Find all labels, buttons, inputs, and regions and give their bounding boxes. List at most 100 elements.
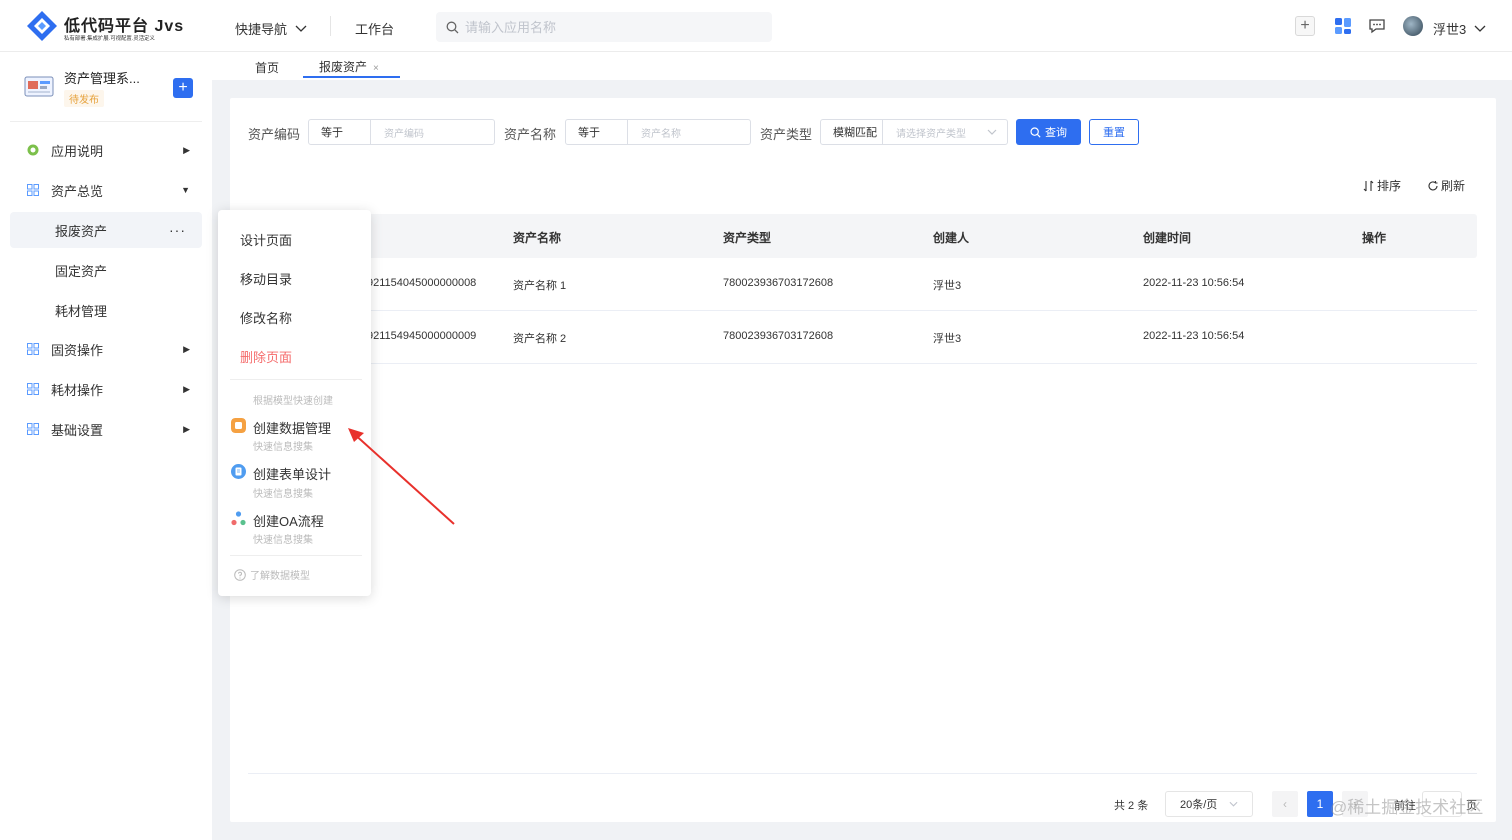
- cell-creator: 浮世3: [933, 333, 962, 345]
- asset-type-placeholder: 请选择资产类型: [896, 128, 966, 140]
- sidebar-item-scrapped-assets[interactable]: 报废资产 ···: [10, 212, 202, 248]
- quick-nav-menu[interactable]: 快捷导航: [235, 19, 307, 38]
- sidebar-item-label: 基础设置: [51, 422, 104, 438]
- workbench-link[interactable]: 工作台: [355, 19, 394, 38]
- add-icon[interactable]: +: [1295, 16, 1315, 36]
- pagination-total: 共 2 条: [1114, 800, 1149, 812]
- sidebar-item-consumables[interactable]: 耗材管理: [10, 292, 202, 328]
- close-icon[interactable]: ×: [373, 63, 379, 74]
- active-tab-indicator: [303, 76, 400, 78]
- learn-data-model-label: 了解数据模型: [250, 571, 310, 582]
- menu-item-subtitle: 快速信息搜集: [253, 535, 313, 546]
- row-divider: [248, 310, 1477, 311]
- filter-label-asset-type: 资产类型: [760, 127, 813, 142]
- app-status-badge: 待发布: [64, 90, 104, 107]
- cell-created-time: 2022-11-23 10:56:54: [1143, 330, 1245, 342]
- column-header-created-time: 创建时间: [1143, 231, 1192, 245]
- menu-item-delete-page[interactable]: 删除页面: [240, 347, 292, 366]
- add-page-button[interactable]: +: [173, 78, 193, 98]
- watermark: @稀土掘金技术社区: [1330, 798, 1484, 817]
- asset-name-input[interactable]: 资产名称: [628, 120, 750, 144]
- sidebar-item-fixed-assets[interactable]: 固定资产: [10, 252, 202, 288]
- apps-grid-icon[interactable]: [1334, 17, 1352, 35]
- sidebar-item-label: 固资操作: [51, 342, 104, 358]
- more-icon[interactable]: ···: [169, 222, 186, 238]
- query-button[interactable]: 查询: [1016, 119, 1081, 145]
- menu-item-create-data-management[interactable]: 创建数据管理: [253, 418, 331, 437]
- column-header-actions: 操作: [1362, 231, 1387, 245]
- reset-button[interactable]: 重置: [1089, 119, 1139, 145]
- prev-page-button[interactable]: ‹: [1272, 791, 1298, 817]
- grid-icon: [27, 383, 39, 395]
- app-search-input[interactable]: [465, 19, 755, 35]
- chevron-down-icon: [987, 129, 997, 135]
- learn-data-model-link[interactable]: 了解数据模型: [234, 567, 310, 582]
- menu-item-create-form-design[interactable]: 创建表单设计: [253, 464, 331, 483]
- cell-asset-type: 780023936703172608: [723, 277, 834, 289]
- sidebar-item-basic-settings[interactable]: 基础设置 ▶: [10, 411, 202, 447]
- app-search-box[interactable]: [436, 12, 772, 42]
- filter-asset-type[interactable]: 模糊匹配 请选择资产类型: [820, 119, 1008, 145]
- column-header-asset-type: 资产类型: [723, 231, 772, 245]
- query-label: 查询: [1045, 127, 1067, 139]
- filter-asset-name[interactable]: 等于 资产名称: [565, 119, 751, 145]
- sort-label: 排序: [1377, 179, 1402, 193]
- sidebar-item-asset-overview[interactable]: 资产总览 ▼: [10, 172, 202, 208]
- menu-item-rename[interactable]: 修改名称: [240, 308, 292, 327]
- filter-asset-code[interactable]: 等于 资产编码: [308, 119, 495, 145]
- asset-type-select[interactable]: 请选择资产类型: [883, 120, 1007, 144]
- page-size-select[interactable]: 20条/页: [1165, 791, 1253, 817]
- menu-item-design-page[interactable]: 设计页面: [240, 230, 292, 249]
- workflow-icon: [231, 511, 246, 526]
- user-avatar[interactable]: [1403, 16, 1423, 36]
- menu-item-move-directory[interactable]: 移动目录: [240, 269, 292, 288]
- message-icon[interactable]: [1368, 17, 1386, 35]
- chevron-down-icon: [1229, 801, 1238, 807]
- sidebar-item-consumable-ops[interactable]: 耗材操作 ▶: [10, 371, 202, 407]
- tab-home[interactable]: 首页: [255, 59, 279, 76]
- sidebar-item-label: 耗材操作: [51, 382, 104, 398]
- cell-asset-type: 780023936703172608: [723, 330, 834, 342]
- quick-create-hint: 根据模型快速创建: [253, 396, 333, 407]
- user-menu[interactable]: 浮世3: [1433, 19, 1486, 38]
- row-divider: [248, 363, 1477, 364]
- tab-scrapped-assets[interactable]: 报废资产 ×: [319, 58, 379, 75]
- filter-operator-select[interactable]: 等于: [566, 120, 628, 144]
- logo-icon[interactable]: [26, 10, 58, 42]
- filter-operator-select[interactable]: 等于: [309, 120, 371, 144]
- app-logo-icon: [24, 76, 54, 97]
- help-circle-icon: [234, 568, 246, 581]
- sidebar-item-label: 应用说明: [51, 143, 104, 159]
- sort-icon: [1363, 180, 1374, 191]
- menu-item-subtitle: 快速信息搜集: [253, 489, 313, 500]
- column-header-creator: 创建人: [933, 231, 970, 245]
- cell-created-time: 2022-11-23 10:56:54: [1143, 277, 1245, 289]
- menu-item-subtitle: 快速信息搜集: [253, 442, 313, 453]
- asset-code-input[interactable]: 资产编码: [371, 120, 494, 144]
- sort-button[interactable]: 排序: [1363, 177, 1401, 194]
- refresh-label: 刷新: [1441, 179, 1466, 193]
- refresh-button[interactable]: 刷新: [1427, 177, 1465, 194]
- form-design-icon: [231, 464, 246, 479]
- grid-icon: [27, 423, 39, 435]
- cell-asset-code: 921154945000000009: [367, 330, 477, 342]
- grid-icon: [27, 343, 39, 355]
- menu-divider: [230, 379, 362, 380]
- sidebar-item-label: 报废资产: [55, 223, 108, 239]
- filter-operator-select[interactable]: 模糊匹配: [821, 120, 883, 144]
- sidebar-item-label: 资产总览: [51, 183, 104, 199]
- caret-right-icon: ▶: [183, 144, 190, 155]
- sidebar-divider: [10, 121, 202, 122]
- quick-nav-label: 快捷导航: [235, 22, 288, 37]
- search-icon: [1030, 126, 1041, 138]
- sidebar-item-app-intro[interactable]: 应用说明 ▶: [10, 132, 202, 168]
- cell-creator: 浮世3: [933, 280, 962, 292]
- menu-item-create-oa-flow[interactable]: 创建OA流程: [253, 511, 324, 530]
- caret-down-icon: ▼: [181, 185, 190, 195]
- refresh-icon: [1428, 180, 1438, 190]
- info-dot-icon: [27, 144, 39, 156]
- sidebar-item-fixed-asset-ops[interactable]: 固资操作 ▶: [10, 331, 202, 367]
- pagination-divider: [248, 773, 1477, 774]
- page-size-label: 20条/页: [1180, 799, 1218, 811]
- cell-asset-name: 资产名称 2: [513, 333, 567, 345]
